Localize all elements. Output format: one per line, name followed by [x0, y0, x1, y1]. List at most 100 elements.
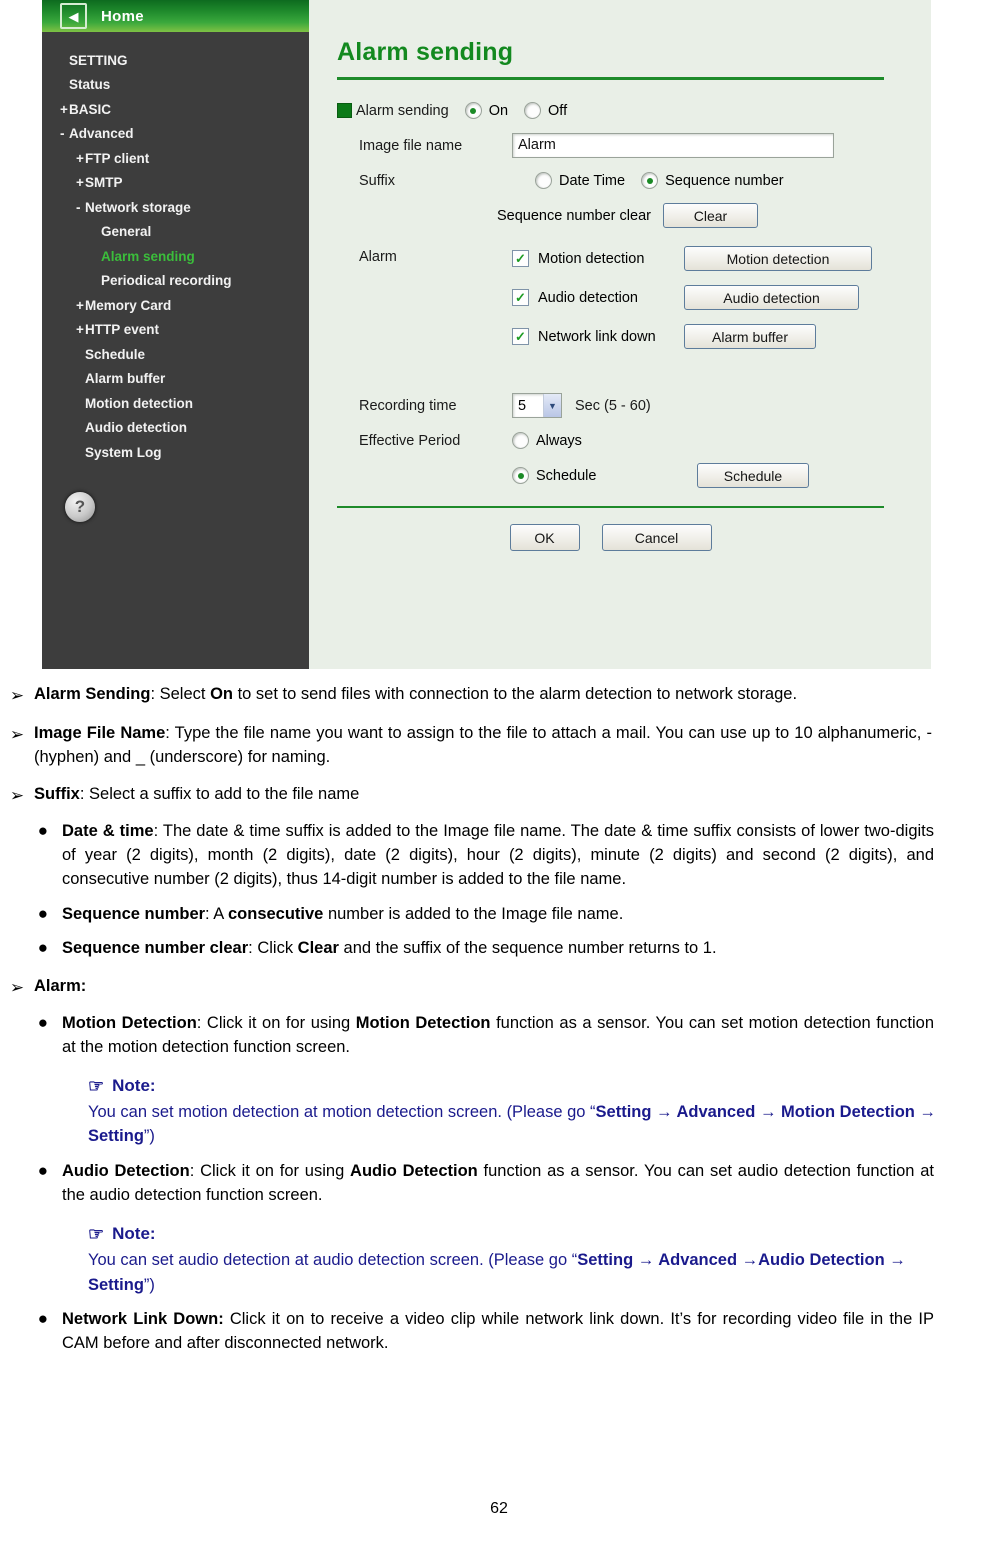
expand-icon[interactable]: + [76, 298, 85, 313]
note-label: Note: [112, 1075, 156, 1095]
suffix-sequence-radio[interactable] [641, 172, 659, 189]
suffix-datetime-label: Date Time [559, 172, 626, 189]
cancel-button[interactable]: Cancel [601, 524, 712, 551]
effective-period-schedule-label: Schedule [536, 467, 597, 484]
back-arrow-icon[interactable]: ◀ [60, 3, 87, 29]
alarm-buffer-button[interactable]: Alarm buffer [684, 324, 816, 349]
sidebar-item-label: FTP client [85, 150, 150, 166]
bullet-item-level2: ● Audio Detection: Click it on for using … [0, 1160, 998, 1208]
sidebar-item-periodical-recording[interactable]: Periodical recording [42, 269, 309, 294]
expand-icon[interactable]: + [76, 323, 85, 337]
effective-period-always-radio[interactable] [512, 432, 529, 449]
settings-panel: Alarm sending Alarm sending On Off Image… [309, 0, 931, 669]
expand-icon[interactable]: + [76, 176, 85, 190]
recording-time-row: Recording time 5 ▼ Sec (5 - 60) [337, 393, 931, 418]
sidebar-item-status[interactable]: Status [42, 73, 309, 98]
form-divider [337, 506, 884, 508]
expand-icon[interactable]: + [76, 151, 85, 166]
checkbox-motion-detection[interactable]: ✓ [512, 250, 529, 267]
sidebar: ◀ Home SETTING Status +BASIC - Advanced +FTP … [42, 0, 309, 669]
sidebar-item-ftp-client[interactable]: +FTP client [42, 146, 309, 171]
chevron-down-icon[interactable]: ▼ [543, 394, 561, 417]
bullet-item-level2: ● Motion Detection: Click it on for using… [0, 1012, 998, 1060]
suffix-row: Suffix Date Time Sequence number [337, 172, 931, 189]
bullet-item-level1: ➢ Alarm Sending: Select On to set to send… [0, 683, 998, 708]
sidebar-item-setting[interactable]: SETTING [42, 48, 309, 73]
sidebar-item-label: Alarm sending [101, 248, 195, 264]
alarm-rows: ✓ Motion detection Motion detection ✓ Audio … [512, 246, 872, 363]
pointing-hand-icon: ☞ [88, 1223, 105, 1244]
note-block: ☞ Note: You can set motion detection at mo… [88, 1076, 998, 1150]
dot-bullet-icon: ● [37, 820, 48, 840]
sequence-number-clear-label: Sequence number clear [497, 207, 651, 224]
sidebar-item-motion-detection[interactable]: Motion detection [42, 391, 309, 416]
recording-time-select[interactable]: 5 ▼ [512, 393, 562, 418]
note-heading: ☞ Note: [88, 1224, 998, 1244]
image-file-name-label: Image file name [359, 137, 463, 154]
pointing-hand-icon: ☞ [88, 1075, 105, 1096]
sidebar-item-label: BASIC [69, 101, 112, 117]
bullet-text: Audio Detection: Click it on for using A… [62, 1162, 935, 1204]
note-heading: ☞ Note: [88, 1076, 998, 1096]
effective-period-schedule-row: Schedule Schedule [337, 463, 931, 488]
sidebar-item-alarm-sending[interactable]: Alarm sending [42, 244, 309, 269]
sidebar-item-label: Periodical recording [101, 273, 232, 288]
sidebar-item-label: SMTP [85, 175, 123, 190]
alarm-sending-row: Alarm sending On Off [337, 102, 931, 119]
arrow-bullet-icon: ➢ [9, 725, 25, 745]
sidebar-item-schedule[interactable]: Schedule [42, 342, 309, 367]
expand-icon[interactable]: + [60, 102, 69, 117]
sidebar-item-smtp[interactable]: +SMTP [42, 171, 309, 196]
effective-period-schedule-radio[interactable] [512, 467, 529, 484]
dot-bullet-icon: ● [37, 903, 48, 923]
dot-bullet-icon: ● [37, 938, 48, 958]
schedule-button[interactable]: Schedule [697, 463, 809, 488]
checkbox-network-link-down[interactable]: ✓ [512, 328, 529, 345]
sidebar-item-label: SETTING [69, 52, 128, 68]
recording-time-unit: Sec (5 - 60) [575, 397, 651, 414]
suffix-datetime-radio[interactable] [535, 172, 552, 189]
collapse-icon[interactable]: - [60, 127, 69, 141]
sidebar-item-network-storage[interactable]: - Network storage [42, 195, 309, 220]
recording-time-value: 5 [518, 397, 527, 414]
sidebar-item-http-event[interactable]: +HTTP event [42, 318, 309, 343]
sidebar-item-label: System Log [85, 444, 162, 460]
sidebar-item-label: Alarm buffer [85, 371, 166, 386]
sidebar-item-system-log[interactable]: System Log [42, 440, 309, 465]
bullet-item-level2: ● Date & time: The date & time suffix is … [0, 820, 998, 892]
image-file-name-input[interactable]: Alarm [512, 133, 834, 158]
home-label: Home [101, 7, 144, 25]
checkbox-audio-detection[interactable]: ✓ [512, 289, 529, 306]
bullet-text: Motion Detection: Click it on for using … [62, 1013, 935, 1056]
sidebar-item-label: HTTP event [85, 322, 160, 337]
alarm-sending-label: Alarm sending [356, 102, 449, 119]
motion-detection-button[interactable]: Motion detection [684, 246, 872, 271]
alarm-sending-off-radio[interactable] [524, 102, 542, 119]
bullet-text: Sequence number: A consecutive number is… [62, 904, 624, 923]
home-bar[interactable]: ◀ Home [42, 0, 309, 32]
sidebar-item-label: Advanced [69, 126, 134, 141]
sidebar-item-label: General [101, 224, 152, 239]
note-label: Note: [112, 1223, 156, 1243]
bullet-item-level2: ● Sequence number: A consecutive number i… [0, 903, 998, 927]
alarm-row: ✓ Motion detection Motion detection [512, 246, 872, 271]
bullet-item-level1: ➢ Image File Name: Type the file name you… [0, 722, 998, 769]
sidebar-item-advanced[interactable]: - Advanced [42, 122, 309, 147]
sidebar-item-memory-card[interactable]: +Memory Card [42, 293, 309, 318]
help-icon[interactable]: ? [64, 490, 96, 523]
sidebar-item-general[interactable]: General [42, 220, 309, 245]
bullet-text: Sequence number clear: Click Clear and t… [62, 939, 717, 958]
sidebar-item-basic[interactable]: +BASIC [42, 97, 309, 122]
image-file-name-row: Image file name Alarm [337, 133, 931, 158]
collapse-icon[interactable]: - [76, 200, 85, 215]
ok-button[interactable]: OK [509, 524, 580, 551]
sidebar-item-label: Status [69, 77, 111, 92]
alarm-row: ✓ Network link down Alarm buffer [512, 324, 872, 349]
audio-detection-button[interactable]: Audio detection [684, 285, 859, 310]
effective-period-label: Effective Period [359, 432, 461, 449]
clear-button[interactable]: Clear [662, 203, 758, 228]
alarm-sending-on-radio[interactable] [464, 102, 482, 119]
sidebar-item-audio-detection[interactable]: Audio detection [42, 416, 309, 441]
sidebar-item-alarm-buffer[interactable]: Alarm buffer [42, 367, 309, 392]
arrow-bullet-icon: ➢ [9, 786, 25, 806]
